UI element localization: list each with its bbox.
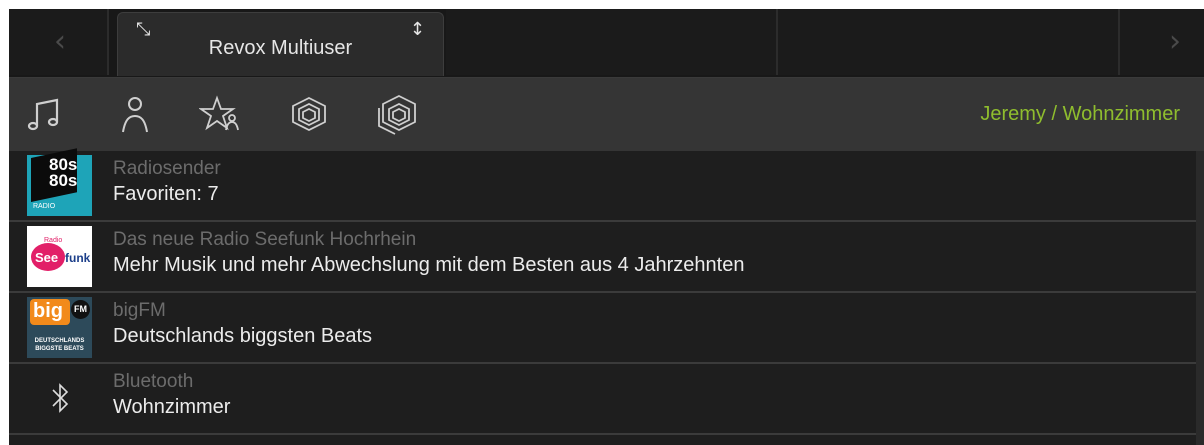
item-title: Das neue Radio Seefunk Hochrhein [113, 229, 417, 250]
item-subtitle: Deutschlands biggsten Beats [113, 325, 373, 347]
tab-active-zone[interactable]: ⤡ Revox Multiuser ↕ [117, 12, 444, 76]
tab-title: Revox Multiuser [208, 37, 353, 59]
list-scrollbar[interactable] [1196, 151, 1204, 445]
expand-vertical-icon[interactable]: ↕ [410, 21, 425, 39]
chevron-left-icon[interactable]: ‹ [45, 27, 75, 57]
logo-text: Radio [44, 237, 63, 244]
seefunk-logo: Radio See funk [27, 226, 92, 287]
logo-text: big [33, 300, 63, 322]
empty-tab-slot[interactable] [778, 9, 1120, 75]
item-subtitle: Favoriten: 7 [113, 183, 219, 205]
logo-text: FM [71, 300, 90, 319]
user-icon[interactable] [113, 92, 157, 136]
item-subtitle: Mehr Musik und mehr Abwechslung mit dem … [113, 254, 745, 276]
current-user-room[interactable]: Jeremy / Wohnzimmer [980, 103, 1180, 126]
bluetooth-icon [27, 368, 92, 429]
item-title: bigFM [113, 300, 166, 321]
room-icon[interactable] [287, 92, 331, 136]
source-toolbar: Jeremy / Wohnzimmer [9, 78, 1204, 152]
80s80s-radio-logo: 80s 80s RADIO [27, 148, 92, 216]
rooms-group-icon[interactable] [375, 92, 419, 136]
empty-tab-slot[interactable] [446, 9, 778, 75]
bigfm-logo: big FM DEUTSCHLANDS BIGGSTE BEATS [27, 297, 92, 358]
list-item[interactable]: Radio See funk Das neue Radio Seefunk Ho… [9, 222, 1196, 293]
favorites-icon[interactable] [198, 92, 243, 136]
item-subtitle: Wohnzimmer [113, 396, 231, 418]
app-window: ‹ ⤡ Revox Multiuser ↕ › Jeremy / Wohnzim… [9, 9, 1204, 445]
logo-text: See [35, 250, 59, 265]
list-item[interactable]: Bluetooth Wohnzimmer [9, 364, 1196, 435]
zone-tab-bar: ‹ ⤡ Revox Multiuser ↕ › [9, 9, 1204, 78]
source-list: 80s 80s RADIO Radiosender Favoriten: 7 R… [9, 148, 1196, 435]
item-title: Radiosender [113, 158, 221, 179]
logo-text: funk [65, 251, 91, 265]
logo-text: RADIO [33, 203, 56, 210]
chevron-right-icon[interactable]: › [1160, 27, 1190, 57]
next-zone-cell[interactable]: › [1120, 9, 1204, 75]
prev-zone-cell[interactable]: ‹ [9, 9, 109, 75]
logo-text: DEUTSCHLANDS [34, 338, 85, 344]
logo-text: 80s [49, 171, 78, 190]
list-item[interactable]: big FM DEUTSCHLANDS BIGGSTE BEATS bigFM … [9, 293, 1196, 364]
music-note-icon[interactable] [23, 92, 67, 136]
item-title: Bluetooth [113, 371, 194, 392]
list-item[interactable]: 80s 80s RADIO Radiosender Favoriten: 7 [9, 148, 1196, 222]
logo-text: BIGGSTE BEATS [35, 346, 84, 352]
